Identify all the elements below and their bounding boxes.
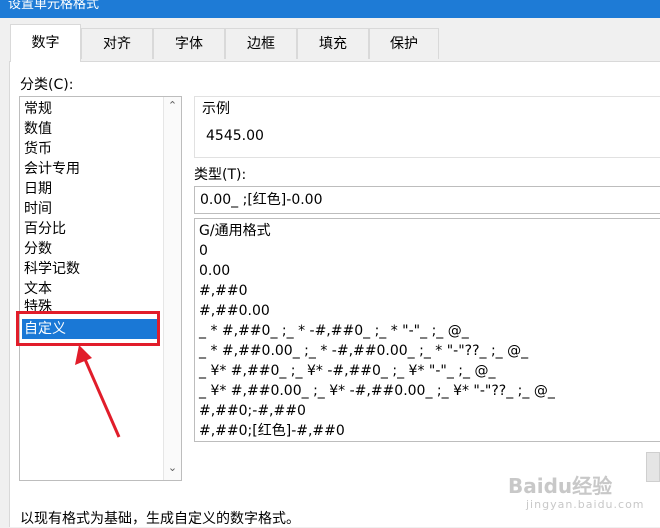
format-item[interactable]: _ * #,##0_ ;_ * -#,##0_ ;_ * "-"_ ;_ @_ [199, 321, 469, 341]
format-item[interactable]: _ * #,##0.00_ ;_ * -#,##0.00_ ;_ * "-"??… [199, 341, 528, 361]
tab-number[interactable]: 数字 [10, 24, 81, 62]
format-item[interactable]: 0.00 [199, 261, 230, 281]
tab-label: 数字 [31, 35, 60, 51]
sample-label: 示例 [202, 98, 234, 118]
type-label: 类型(T): [194, 167, 247, 183]
format-item[interactable]: G/通用格式 [199, 221, 271, 241]
watermark-url: jingyan.baidu.com [526, 498, 645, 511]
format-description: 以现有格式为基础，生成自定义的数字格式。 [20, 511, 300, 527]
delete-button[interactable] [646, 452, 660, 482]
type-input[interactable]: 0.00_ ;[红色]-0.00 [194, 186, 660, 214]
watermark-logo: Baidu经验 [508, 474, 613, 498]
format-item[interactable]: #,##0;[红色]-#,##0 [199, 421, 345, 441]
format-item[interactable]: 0 [199, 241, 208, 261]
format-item[interactable]: _ ¥* #,##0_ ;_ ¥* -#,##0_ ;_ ¥* "-"_ ;_ … [199, 361, 495, 381]
format-item[interactable]: #,##0.00 [199, 301, 270, 321]
sample-value: 4545.00 [206, 128, 264, 144]
format-item[interactable]: #,##0 [199, 281, 248, 301]
format-item[interactable]: _ ¥* #,##0.00_ ;_ ¥* -#,##0.00_ ;_ ¥* "-… [199, 381, 555, 401]
sample-group [194, 96, 660, 158]
format-list[interactable]: G/通用格式 0 0.00 #,##0 #,##0.00 _ * #,##0_ … [194, 218, 660, 442]
format-item[interactable]: #,##0;-#,##0 [199, 401, 306, 421]
